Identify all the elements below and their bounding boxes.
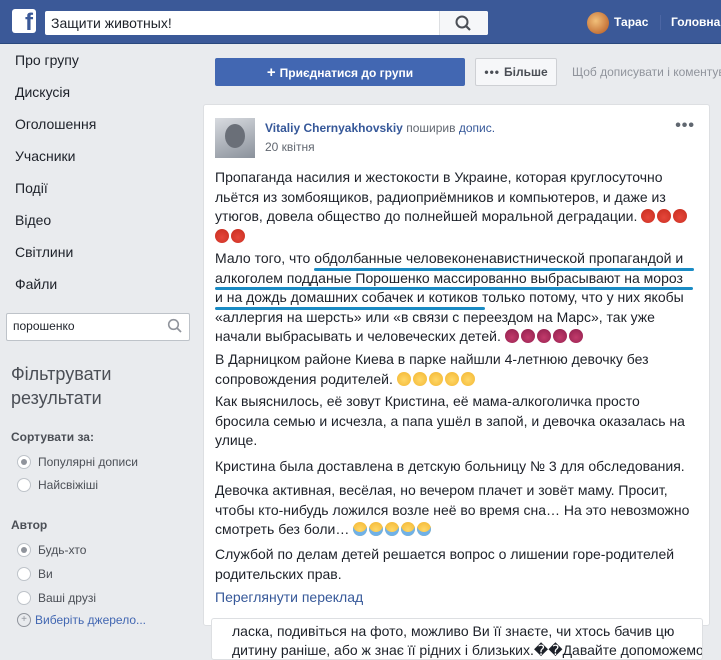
- sort-popular-label: Популярні дописи: [38, 454, 138, 469]
- author-name[interactable]: Vitaliy Chernyakhovskiy: [265, 121, 403, 135]
- divider: [660, 15, 661, 30]
- see-translation-link[interactable]: Переглянути переклад: [215, 589, 363, 605]
- join-group-button[interactable]: + Приєднатися до групи: [215, 58, 465, 86]
- search-bar: [45, 11, 488, 35]
- post-header: Vitaliy Chernyakhovskiy поширив допис.: [265, 121, 495, 135]
- post-options-icon[interactable]: •••: [675, 117, 695, 135]
- radio-icon: [17, 477, 31, 492]
- author-anyone-label: Будь-хто: [38, 542, 87, 557]
- nav-item-members[interactable]: Учасники: [15, 140, 195, 172]
- join-hint: Щоб дописувати і коментувати: [572, 65, 721, 79]
- facebook-logo[interactable]: f: [12, 9, 36, 36]
- search-icon: [455, 15, 471, 31]
- paragraph-text: Мало того, что обдолбанные человеконенав…: [215, 250, 684, 344]
- author-friends-label: Ваші друзі: [38, 590, 97, 605]
- author-label: Автор: [11, 518, 48, 532]
- author-avatar[interactable]: [215, 118, 255, 158]
- emoji-cry-icon: [444, 371, 459, 386]
- emoji-devil-icon: [536, 329, 551, 343]
- radio-icon: [17, 542, 31, 557]
- emoji-angry-icon: [231, 228, 245, 243]
- highlight-underline: [314, 268, 694, 271]
- author-you-label: Ви: [38, 566, 53, 581]
- user-avatar[interactable]: [587, 12, 609, 34]
- sort-recent-option[interactable]: Найсвіжіші: [17, 477, 98, 495]
- post-paragraph: В Дарницком районе Киева в парке найшли …: [215, 350, 693, 389]
- next-post-line: ласка, подивіться на фото, можливо Ви її…: [232, 623, 675, 639]
- next-post-line: дитину раніше, або ж знає її рідних і бл…: [232, 642, 703, 658]
- emoji-angry-icon: [641, 209, 656, 223]
- emoji-angry-icon: [215, 228, 229, 243]
- emoji-angry-icon: [657, 209, 672, 223]
- sort-popular-option[interactable]: Популярні дописи: [17, 454, 138, 472]
- emoji-cry-icon: [460, 371, 475, 386]
- sort-recent-label: Найсвіжіші: [38, 477, 99, 492]
- nav-item-discussion[interactable]: Дискусія: [15, 76, 195, 108]
- nav-item-photos[interactable]: Світлини: [15, 236, 195, 268]
- emoji-devil-icon: [568, 329, 583, 343]
- nav-item-videos[interactable]: Відео: [15, 204, 195, 236]
- post-paragraph: Службой по делам детей решается вопрос о…: [215, 546, 675, 582]
- more-button[interactable]: ••• Більше: [475, 58, 557, 86]
- group-search: [6, 313, 190, 341]
- author-anyone-option[interactable]: Будь-хто: [17, 542, 86, 560]
- choose-source-link[interactable]: + Виберіть джерело...: [17, 612, 146, 627]
- radio-icon: [17, 454, 31, 469]
- user-name[interactable]: Тарас: [614, 15, 648, 29]
- emoji-sob-icon: [417, 522, 432, 536]
- paragraph-text: Пропаганда насилия и жестокости в Украин…: [215, 169, 666, 224]
- more-dots-icon: •••: [484, 65, 500, 79]
- shared-text: поширив: [406, 121, 456, 135]
- join-group-label: Приєднатися до групи: [279, 66, 414, 80]
- emoji-sob-icon: [353, 522, 368, 536]
- emoji-cry-icon: [428, 371, 443, 386]
- emoji-angry-icon: [673, 209, 688, 223]
- post-date[interactable]: 20 квітня: [265, 140, 315, 154]
- post-paragraph: Пропаганда насилия и жестокости в Украин…: [215, 168, 693, 246]
- top-bar: f Тарас Головна: [0, 0, 721, 44]
- plus-circle-icon: +: [17, 612, 31, 627]
- nav-item-about[interactable]: Про групу: [15, 44, 195, 76]
- emoji-sob-icon: [385, 522, 400, 536]
- post-paragraph: Девочка активная, весёлая, но вечером пл…: [215, 481, 693, 540]
- nav-item-events[interactable]: Події: [15, 172, 195, 204]
- nav-item-files[interactable]: Файли: [15, 268, 195, 300]
- post-card: Vitaliy Chernyakhovskiy поширив допис. 2…: [203, 104, 710, 626]
- home-link[interactable]: Головна: [671, 15, 720, 29]
- author-you-option[interactable]: Ви: [17, 566, 53, 584]
- next-post-card: ласка, подивіться на фото, можливо Ви її…: [211, 618, 703, 660]
- emoji-devil-icon: [520, 329, 535, 343]
- highlight-underline: [215, 287, 693, 290]
- emoji-cry-icon: [412, 371, 427, 386]
- emoji-devil-icon: [552, 329, 567, 343]
- emoji-devil-icon: [504, 329, 519, 343]
- emoji-sob-icon: [401, 522, 416, 536]
- nav-item-announcements[interactable]: Оголошення: [15, 108, 195, 140]
- group-nav: Про групу Дискусія Оголошення Учасники П…: [15, 44, 195, 300]
- radio-icon: [17, 566, 31, 581]
- emoji-cry-icon: [396, 371, 411, 386]
- post-link[interactable]: допис.: [459, 121, 495, 135]
- choose-source-label: Виберіть джерело...: [35, 612, 147, 627]
- search-button[interactable]: [439, 11, 488, 35]
- paragraph-text: Девочка активная, весёлая, но вечером пл…: [215, 482, 690, 537]
- facebook-logo-letter: f: [25, 9, 33, 36]
- highlight-underline: [215, 307, 485, 310]
- filter-title: Фільтрувати результати: [11, 364, 112, 408]
- plus-icon: +: [266, 64, 276, 81]
- author-friends-option[interactable]: Ваші друзі: [17, 590, 96, 608]
- search-input[interactable]: [45, 11, 446, 35]
- post-paragraph: Кристина была доставлена в детскую больн…: [215, 458, 685, 474]
- group-search-input[interactable]: [7, 314, 163, 338]
- post-paragraph: Как выяснилось, её зовут Кристина, её ма…: [215, 393, 685, 448]
- post-paragraph: Мало того, что обдолбанные человеконенав…: [215, 249, 693, 347]
- search-icon[interactable]: [167, 318, 183, 334]
- emoji-sob-icon: [369, 522, 384, 536]
- more-label: Більше: [503, 65, 548, 79]
- sort-label: Сортувати за:: [11, 430, 94, 444]
- radio-icon: [17, 590, 31, 605]
